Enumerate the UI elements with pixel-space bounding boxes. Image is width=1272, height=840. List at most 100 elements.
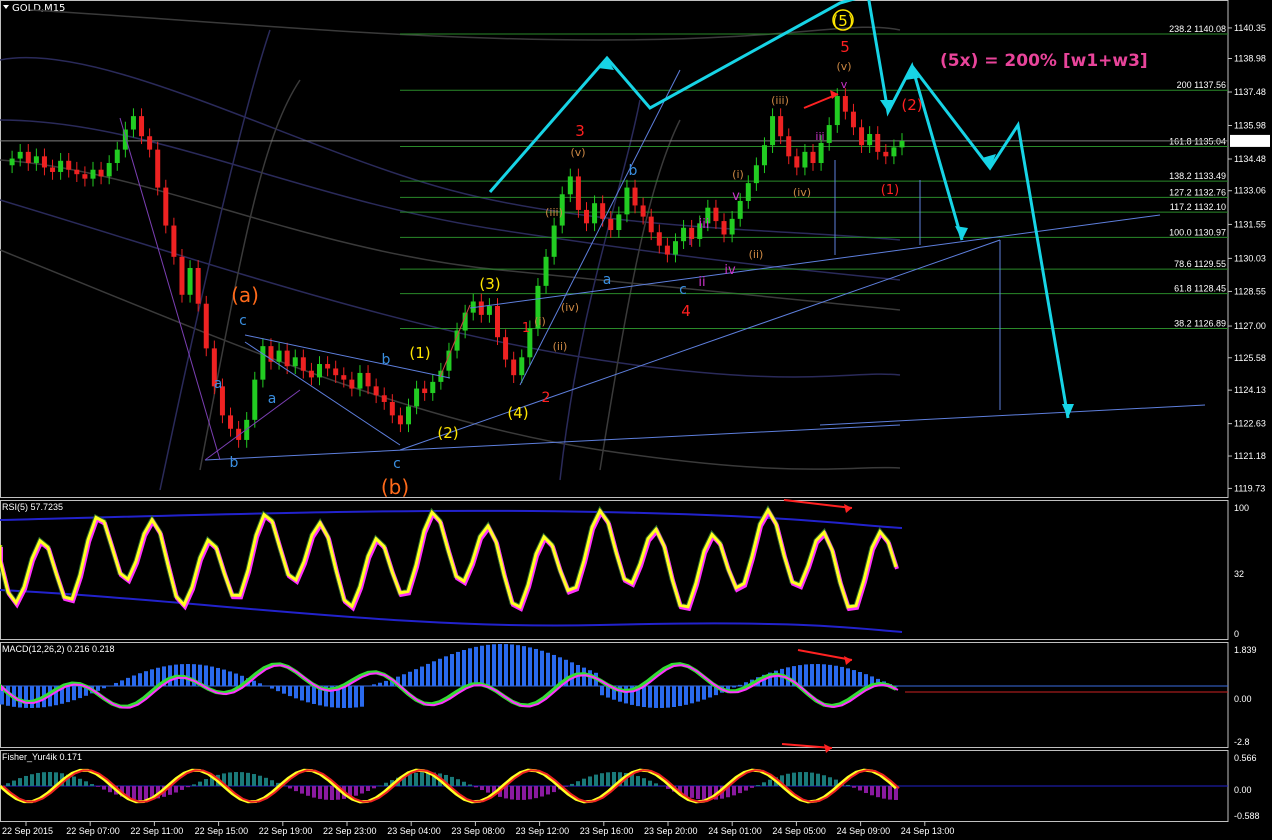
fisher-histogram-bar xyxy=(792,772,796,786)
macd-histogram-bar xyxy=(840,666,844,686)
macd-histogram-bar xyxy=(228,671,232,686)
candle-body xyxy=(567,176,573,195)
divergence-arrow xyxy=(797,649,853,661)
fisher-histogram-bar xyxy=(186,786,190,788)
candle-body xyxy=(130,116,136,130)
fisher-histogram-bar xyxy=(144,786,148,800)
macd-histogram-bar xyxy=(348,686,352,708)
candle-body xyxy=(681,227,687,242)
wave-label: a xyxy=(268,391,277,407)
macd-histogram-bar xyxy=(216,667,220,686)
fib-level-label: 200 1137.56 xyxy=(1177,80,1226,90)
wave-label: iii xyxy=(699,217,710,232)
fisher-histogram-bar xyxy=(258,775,262,786)
macd-histogram-bar xyxy=(438,658,442,686)
fisher-histogram-bar xyxy=(762,782,766,786)
macd-histogram-bar xyxy=(138,673,142,686)
candle-body xyxy=(365,372,371,387)
fisher-histogram-bar xyxy=(804,772,808,786)
fisher-histogram-bar xyxy=(72,776,76,786)
wave-labels: (a)(b)(1)(2)(3)(4)(5)(2)(1)12345(v)(iv)(… xyxy=(214,12,923,499)
wave-label: (iii) xyxy=(545,206,563,219)
current-price-label: 1135.29 xyxy=(1233,136,1265,146)
macd-histogram-bar xyxy=(258,683,262,686)
fisher-histogram-bar xyxy=(882,786,886,799)
macd-histogram-bar xyxy=(678,686,682,707)
macd-histogram-bar xyxy=(372,684,376,686)
fisher-histogram-bar xyxy=(270,780,274,786)
wave-label: ii xyxy=(698,275,705,290)
macd-histogram-bar xyxy=(276,686,280,692)
price-tick-label: 1121.18 xyxy=(1234,451,1266,461)
macd-histogram-bar xyxy=(828,664,832,686)
macd-histogram-bar xyxy=(552,654,556,686)
macd-histogram-bar xyxy=(66,686,70,703)
fisher-histogram-bar xyxy=(330,786,334,800)
macd-histogram-bar xyxy=(534,648,538,686)
fisher-histogram-bar xyxy=(462,781,466,786)
macd-histogram-bar xyxy=(522,646,526,686)
macd-histogram-bar xyxy=(150,669,154,686)
candle-body xyxy=(74,169,80,175)
fisher-histogram-bar xyxy=(822,775,826,786)
wave-label: 4 xyxy=(681,302,691,320)
candle-body xyxy=(543,256,549,286)
macd-histogram-bar xyxy=(864,674,868,686)
macd-histogram-bar xyxy=(498,644,502,686)
fisher-histogram-bar xyxy=(450,776,454,786)
date-tick-label: 23 Sep 08:00 xyxy=(451,826,505,836)
date-tick-label: 24 Sep 09:00 xyxy=(837,826,891,836)
date-tick-label: 24 Sep 05:00 xyxy=(772,826,826,836)
candle-body xyxy=(802,151,808,168)
fisher-histogram-bar xyxy=(420,772,424,786)
candle-body xyxy=(834,96,840,126)
macd-histogram-bar xyxy=(528,647,532,686)
candle-body xyxy=(422,388,428,394)
macd-histogram-bar xyxy=(234,673,238,686)
fisher-histogram-bar xyxy=(384,782,388,786)
candle-body xyxy=(600,203,606,219)
macd-histogram-bar xyxy=(420,666,424,686)
macd-histogram-bar xyxy=(36,686,40,708)
candle-body xyxy=(519,357,525,376)
fisher-histogram-bar xyxy=(786,773,790,786)
fisher-histogram-bar xyxy=(750,786,754,788)
price-tick-label: 1127.00 xyxy=(1234,321,1266,331)
arrow-head-icon xyxy=(1062,404,1074,418)
candle-body xyxy=(850,111,856,128)
macd-histogram-bar xyxy=(210,666,214,686)
wave-label: v xyxy=(841,78,848,91)
fib-level-label: 61.8 1128.45 xyxy=(1174,284,1226,294)
macd-histogram-bar xyxy=(408,671,412,686)
candle-body xyxy=(478,301,484,315)
date-tick-label: 24 Sep 13:00 xyxy=(901,826,955,836)
candle-body xyxy=(308,370,314,378)
candle-body xyxy=(770,116,776,146)
arrow-head-icon xyxy=(955,226,968,240)
candle-body xyxy=(373,386,379,396)
macd-histogram-bar xyxy=(708,686,712,698)
macd-histogram-bar xyxy=(666,686,670,708)
fib-level-label: 100.0 1130.97 xyxy=(1169,227,1226,237)
candle-body xyxy=(640,205,646,217)
candle-body xyxy=(794,156,800,168)
candle-body xyxy=(672,241,678,255)
candle-body xyxy=(859,127,865,146)
macd-histogram-bar xyxy=(294,686,298,699)
wave-label: (2) xyxy=(437,424,458,442)
date-tick-label: 23 Sep 12:00 xyxy=(516,826,570,836)
fisher-histogram-bar xyxy=(174,786,178,793)
candle-body xyxy=(551,225,557,257)
projection-path-up xyxy=(488,0,856,193)
fisher-histogram-bar xyxy=(84,781,88,786)
fisher-histogram-bar xyxy=(690,786,694,798)
macd-histogram-bar xyxy=(204,665,208,686)
macd-histogram-bar xyxy=(540,650,544,686)
macd-histogram-bar xyxy=(414,669,418,686)
fib-level-label: 78.6 1129.55 xyxy=(1174,259,1226,269)
candle-body xyxy=(179,256,185,295)
candle-body xyxy=(632,187,638,206)
candle-body xyxy=(616,214,622,231)
candle-body xyxy=(122,129,128,150)
fisher-histogram-bar xyxy=(18,778,22,786)
